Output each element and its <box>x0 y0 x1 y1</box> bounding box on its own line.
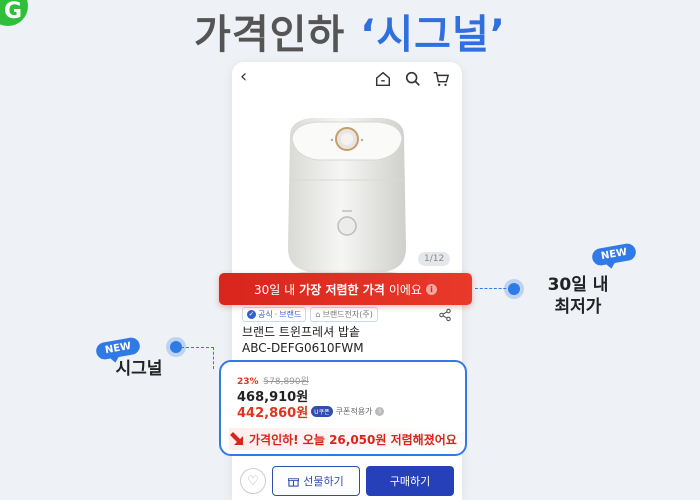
rice-cooker-image <box>288 118 406 282</box>
official-badge: ✓ 공식 · 브랜드 <box>242 307 307 322</box>
banner-suffix: 이에요 <box>388 282 422 297</box>
headline: 가격인하 ‘시그널’ <box>0 2 700 60</box>
check-icon: ✓ <box>247 310 256 319</box>
info-icon[interactable]: i <box>425 283 437 295</box>
price-drop-message: 가격인하! 오늘 26,050원 저렴해졌어요 <box>229 428 457 450</box>
product-name: 브랜드 트윈프레셔 밥솥 ABC-DEFG0610FWM <box>242 324 364 356</box>
gift-label: 선물하기 <box>303 475 344 488</box>
share-icon[interactable] <box>438 308 452 322</box>
seller-label: 브랜드전자(주) <box>322 310 373 319</box>
image-counter: 1/12 <box>418 252 451 266</box>
callout-lowest-price: 30일 내 최저가 <box>538 274 618 318</box>
coupon-price: 442,860원 <box>237 406 309 421</box>
brand-label: 브랜드 <box>279 310 302 319</box>
official-label: 공식 <box>258 310 273 319</box>
lowest-price-banner: 30일 내 가장 저렴한 가격 이에요 i <box>219 273 472 305</box>
bottom-action-bar: ♡ 선물하기 구매하기 <box>232 462 462 500</box>
heart-icon: ♡ <box>247 473 259 489</box>
back-icon[interactable]: ‹ <box>240 66 247 87</box>
badge-separator: · <box>274 310 278 319</box>
seller-badge[interactable]: ⌂ 브랜드전자(주) <box>310 307 378 322</box>
gift-icon <box>288 477 300 487</box>
buy-button[interactable]: 구매하기 <box>366 466 454 496</box>
gift-button[interactable]: 선물하기 <box>272 466 360 496</box>
search-icon[interactable] <box>404 70 422 88</box>
product-model: ABC-DEFG0610FWM <box>242 341 364 355</box>
price-signal-box: 23% 578,890원 468,910원 442,860원 U쿠폰 쿠폰적용가… <box>219 360 467 456</box>
seller-badges: ✓ 공식 · 브랜드 ⌂ 브랜드전자(주) <box>242 307 378 322</box>
coupon-tag: U쿠폰 <box>311 406 333 417</box>
marker-dot-right <box>508 283 520 295</box>
callout-right-line2: 최저가 <box>554 297 602 317</box>
home-icon[interactable] <box>374 70 392 88</box>
down-arrow-icon <box>230 432 243 445</box>
wishlist-button[interactable]: ♡ <box>240 468 266 494</box>
top-nav-bar: ‹ <box>232 62 462 94</box>
connector-line-left <box>176 347 214 369</box>
banner-prefix: 30일 내 <box>254 282 296 297</box>
store-icon: ⌂ <box>315 310 321 319</box>
headline-accent: ‘시그널’ <box>360 12 506 58</box>
connector-line-right <box>475 288 511 289</box>
headline-prefix: 가격인하 <box>194 12 361 58</box>
callout-signal: 시그널 <box>115 359 163 379</box>
callout-right-line1: 30일 내 <box>547 275 609 295</box>
coupon-label: 쿠폰적용가 <box>335 407 373 416</box>
banner-highlight: 가장 저렴한 가격 <box>299 282 385 297</box>
product-name-line1: 브랜드 트윈프레셔 밥솥 <box>242 325 361 339</box>
new-badge-right: NEW <box>590 242 638 267</box>
cart-icon[interactable] <box>432 70 450 88</box>
info-icon[interactable]: i <box>375 407 385 416</box>
coupon-price-line: 442,860원 U쿠폰 쿠폰적용가 i <box>237 402 385 421</box>
price-drop-text: 가격인하! 오늘 26,050원 저렴해졌어요 <box>249 432 457 447</box>
